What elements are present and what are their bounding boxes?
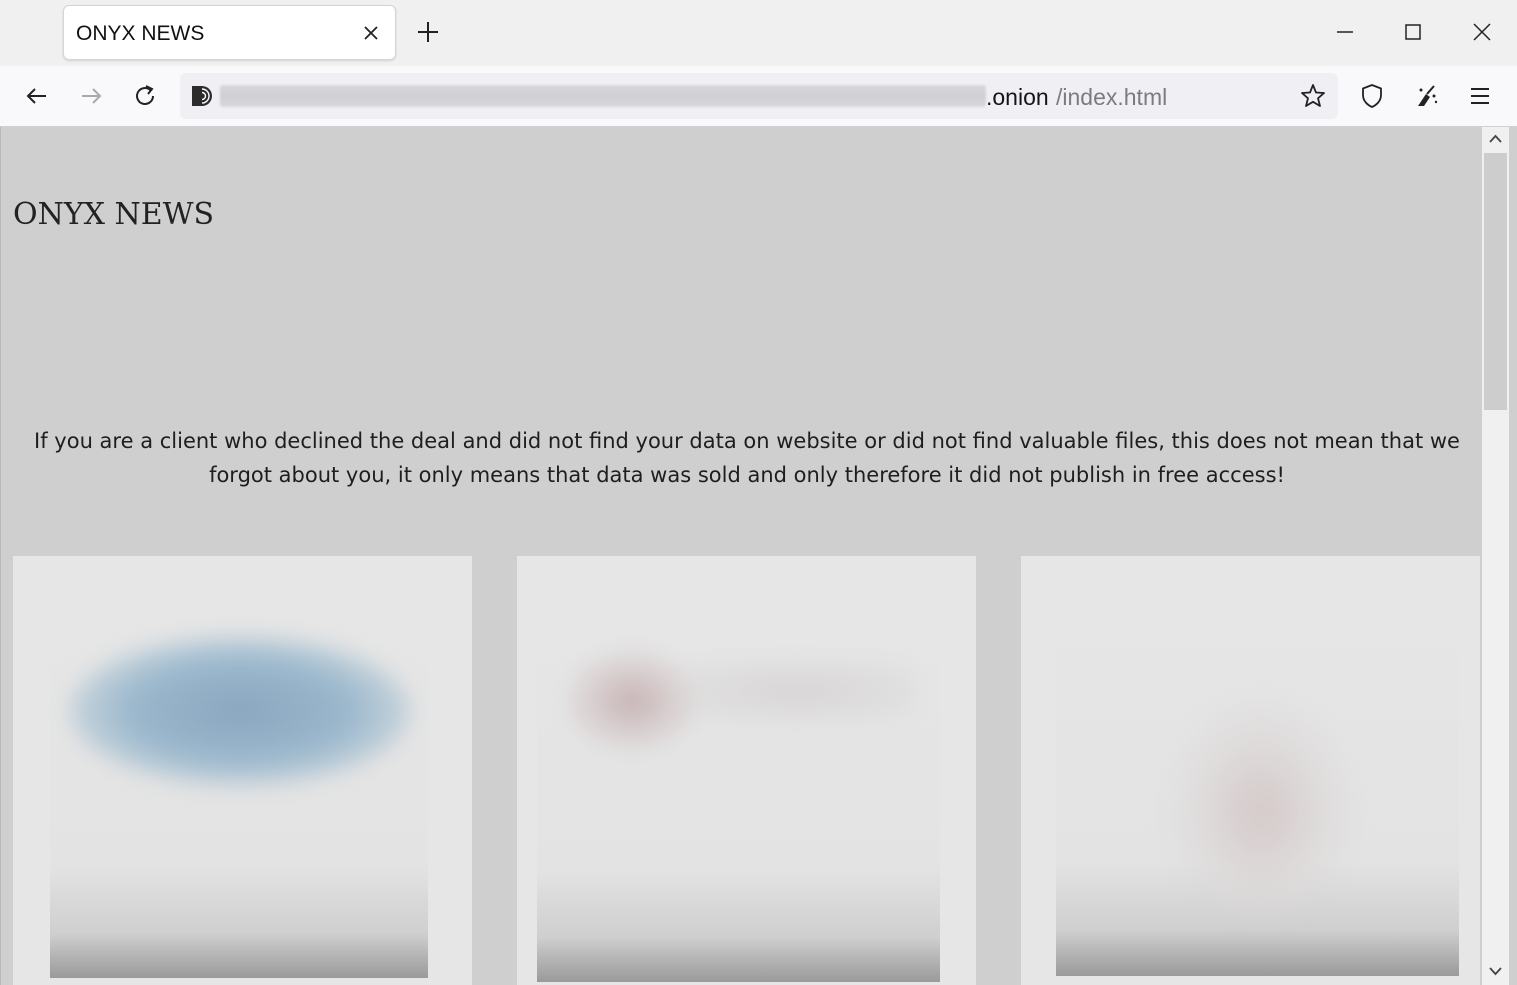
back-arrow-icon[interactable]: [23, 82, 51, 110]
blurred-logo-shape: [70, 636, 410, 786]
maximize-icon[interactable]: [1399, 18, 1427, 46]
blurred-logo-shape: [567, 651, 697, 751]
tab-close-icon[interactable]: [360, 22, 382, 44]
tab-title: ONYX NEWS: [76, 22, 205, 45]
forward-arrow-icon[interactable]: [77, 82, 105, 110]
reload-icon[interactable]: [131, 82, 159, 110]
bookmark-star-icon[interactable]: [1299, 82, 1327, 110]
onion-icon[interactable]: [190, 84, 214, 108]
page-viewport: ONYX NEWS If you are a client who declin…: [0, 127, 1517, 985]
leak-card[interactable]: [1021, 556, 1480, 985]
scrollbar-thumb[interactable]: [1484, 153, 1507, 410]
url-bar[interactable]: .onion /index.html: [180, 73, 1338, 119]
hamburger-menu-icon[interactable]: [1466, 82, 1494, 110]
leak-card[interactable]: [13, 556, 472, 985]
leak-card[interactable]: [517, 556, 976, 985]
tab-bar: ONYX NEWS: [0, 0, 1517, 66]
blurred-logo-shape: [1176, 706, 1346, 916]
browser-tab[interactable]: ONYX NEWS: [63, 5, 396, 60]
magic-broom-icon[interactable]: [1412, 82, 1440, 110]
navigation-toolbar: .onion /index.html: [0, 66, 1517, 127]
minimize-icon[interactable]: [1331, 18, 1359, 46]
url-path: /index.html: [1056, 84, 1168, 110]
blurred-thumbnail[interactable]: [1056, 596, 1459, 976]
scroll-up-arrow-icon[interactable]: [1482, 127, 1509, 151]
vertical-scrollbar[interactable]: [1482, 127, 1509, 985]
blurred-thumbnail[interactable]: [537, 606, 940, 982]
url-host: .onion: [986, 84, 1049, 110]
shield-icon[interactable]: [1358, 82, 1386, 110]
blurred-thumbnail[interactable]: [50, 606, 428, 978]
notice-text: If you are a client who declined the dea…: [34, 429, 1460, 487]
page-heading: ONYX NEWS: [13, 197, 215, 232]
new-tab-plus-icon[interactable]: [414, 18, 442, 46]
window-close-icon[interactable]: [1468, 18, 1496, 46]
redacted-url-hostname: [220, 85, 986, 107]
blurred-logo-text-shape: [677, 661, 917, 721]
scroll-down-arrow-icon[interactable]: [1482, 959, 1509, 983]
